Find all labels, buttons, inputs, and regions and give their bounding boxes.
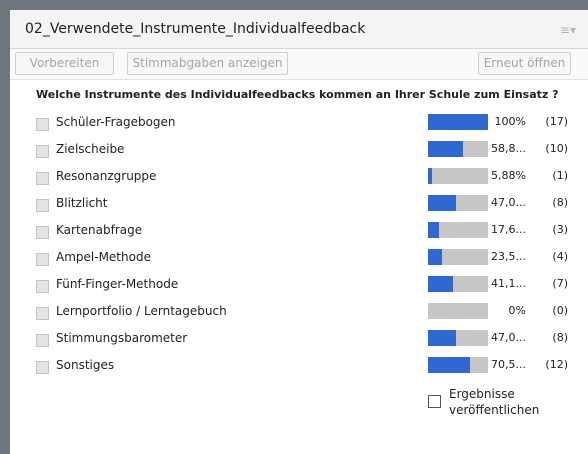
result-bar [428,357,488,373]
option-label: Blitzlicht [56,196,108,210]
option-label: Lernportfolio / Lerntagebuch [56,304,227,318]
result-count: (7) [552,277,568,290]
option-label: Schüler-Fragebogen [56,115,176,129]
result-bar-fill [428,276,453,292]
option-checkbox[interactable] [36,199,49,212]
toolbar: Vorbereiten Stimmabgaben anzeigen Erneut… [10,49,588,80]
option-row: Zielscheibe 58,8... (10) [10,139,588,166]
poll-panel: 02_Verwendete_Instrumente_Individualfeed… [10,10,588,454]
option-checkbox[interactable] [36,226,49,239]
option-row: Stimmungsbarometer 47,0... (8) [10,328,588,355]
result-percent: 47,0... [491,196,526,209]
result-count: (12) [545,358,568,371]
option-label: Ampel-Methode [56,250,151,264]
menu-icon[interactable]: ≡▾ [560,23,576,37]
window-title: 02_Verwendete_Instrumente_Individualfeed… [25,21,366,37]
option-checkbox[interactable] [36,118,49,131]
option-checkbox[interactable] [36,145,49,158]
show-votes-button[interactable]: Stimmabgaben anzeigen [127,52,288,75]
result-percent: 70,5... [491,358,526,371]
result-bar-fill [428,357,471,373]
result-percent: 23,5... [491,250,526,263]
result-bar [428,249,488,265]
poll-question: Welche Instrumente des Individualfeedbac… [36,88,559,101]
result-percent: 5,88% [491,169,526,182]
result-bar-fill [428,330,457,346]
option-checkbox[interactable] [36,172,49,185]
result-percent: 41,1... [491,277,526,290]
result-bar [428,114,488,130]
option-label: Fünf-Finger-Methode [56,277,179,291]
option-row: Resonanzgruppe 5,88% (1) [10,166,588,193]
result-bar [428,276,488,292]
result-bar-fill [428,222,439,238]
result-bar-fill [428,195,457,211]
result-percent: 58,8... [491,142,526,155]
option-row: Sonstiges 70,5... (12) [10,355,588,382]
result-bar [428,168,488,184]
option-row: Kartenabfrage 17,6... (3) [10,220,588,247]
publish-checkbox[interactable] [428,395,441,408]
result-bar [428,222,488,238]
title-bar: 02_Verwendete_Instrumente_Individualfeed… [10,10,588,49]
result-percent: 17,6... [491,223,526,236]
option-label: Zielscheibe [56,142,125,156]
result-bar-fill [428,168,432,184]
result-percent: 0% [508,304,526,317]
option-checkbox[interactable] [36,280,49,293]
option-row: Fünf-Finger-Methode 41,1... (7) [10,274,588,301]
publish-label: Ergebnisse veröffentlichen [449,386,539,418]
result-count: (3) [552,223,568,236]
option-row: Lernportfolio / Lerntagebuch 0% (0) [10,301,588,328]
option-label: Sonstiges [56,358,115,372]
result-bar-fill [428,249,443,265]
prepare-button[interactable]: Vorbereiten [15,52,114,75]
option-row: Ampel-Methode 23,5... (4) [10,247,588,274]
result-bar-fill [428,114,488,130]
result-bar-fill [428,141,464,157]
result-count: (17) [545,115,568,128]
result-count: (0) [552,304,568,317]
result-count: (8) [552,196,568,209]
result-bar [428,330,488,346]
result-count: (1) [552,169,568,182]
reopen-button[interactable]: Erneut öffnen [478,52,571,75]
option-checkbox[interactable] [36,334,49,347]
option-label: Resonanzgruppe [56,169,157,183]
result-percent: 100% [494,115,526,128]
result-count: (8) [552,331,568,344]
result-bar [428,141,488,157]
option-row: Schüler-Fragebogen 100% (17) [10,112,588,139]
result-count: (10) [545,142,568,155]
option-row: Blitzlicht 47,0... (8) [10,193,588,220]
publish-label-line1: Ergebnisse [449,387,515,401]
option-checkbox[interactable] [36,361,49,374]
option-checkbox[interactable] [36,307,49,320]
result-count: (4) [552,250,568,263]
result-percent: 47,0... [491,331,526,344]
result-bar [428,303,488,319]
option-checkbox[interactable] [36,253,49,266]
result-bar [428,195,488,211]
publish-label-line2: veröffentlichen [449,403,540,417]
option-label: Kartenabfrage [56,223,143,237]
option-label: Stimmungsbarometer [56,331,188,345]
